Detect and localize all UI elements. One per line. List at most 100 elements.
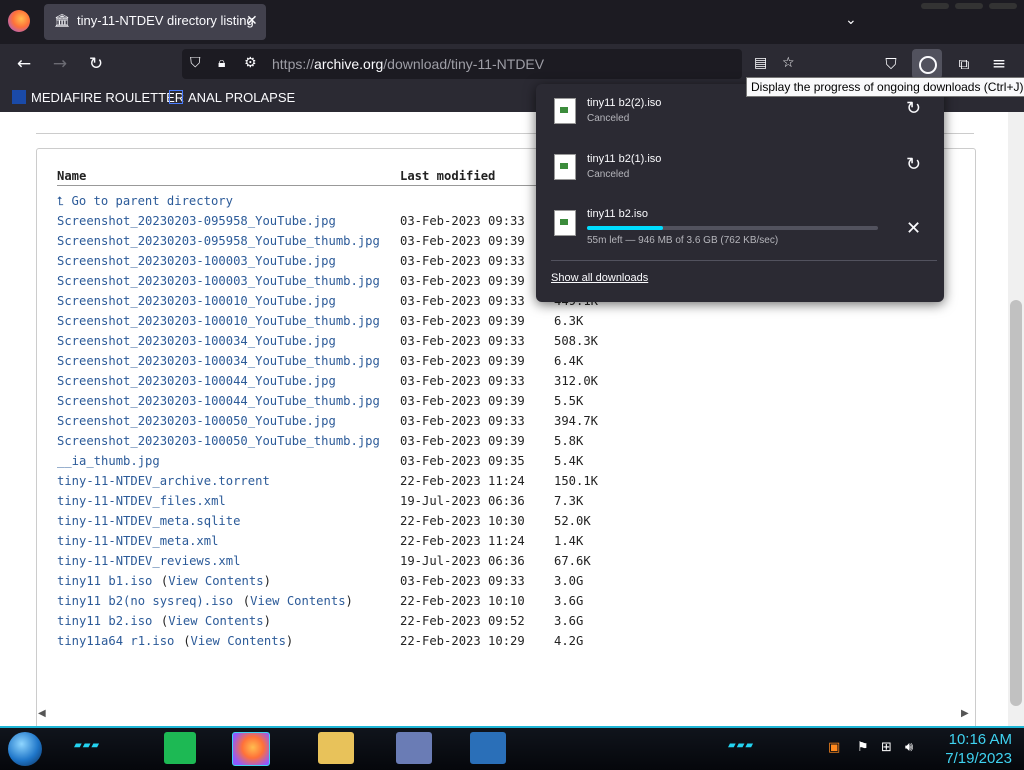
bookmark-anal-prolapse[interactable]: ANAL PROLAPSE [169,90,295,105]
parent-directory-label: Go to parent directory [71,194,233,208]
file-size: 1.4K [554,534,584,548]
shield-icon[interactable]: ⛉ [190,55,201,71]
scrollbar-thumb[interactable] [1010,300,1022,706]
file-modified: 22-Feb-2023 10:10 [400,594,525,608]
download-progress-fill [587,226,663,230]
bookmark-mediafire[interactable]: MEDIAFIRE ROULETTER [12,90,184,105]
file-link[interactable]: Screenshot_20230203-100010_YouTube_thumb… [57,314,380,328]
file-size: 7.3K [554,494,584,508]
decorative-lights-icon: ▰▰▰ [74,740,101,751]
view-contents-link[interactable]: View Contents [168,574,263,588]
file-modified: 03-Feb-2023 09:33 [400,214,525,228]
view-contents-wrapper: (View Contents) [242,594,353,608]
flag-icon[interactable]: ⚑ [857,740,869,755]
volume-icon[interactable]: 🔊︎ [905,740,913,755]
file-link[interactable]: Screenshot_20230203-100034_YouTube_thumb… [57,354,380,368]
clock-time: 10:16 AM [948,731,1012,748]
file-link[interactable]: tiny11 b2.iso [57,614,152,628]
divider [551,260,937,261]
scroll-left-icon[interactable]: ◀ [38,708,46,719]
horizontal-scrollbar[interactable]: ◀ ▶ [36,708,974,722]
cancel-icon[interactable]: ✕ [906,218,921,239]
file-explorer-icon[interactable] [318,732,354,764]
download-item[interactable]: tiny11 b2(1).iso Canceled ↻ [536,140,944,196]
retry-icon[interactable]: ↻ [906,98,921,119]
control-panel-icon[interactable] [396,732,432,764]
file-link[interactable]: Screenshot_20230203-100044_YouTube_thumb… [57,394,380,408]
bookmark-star-icon[interactable]: ☆ [782,55,795,71]
file-link[interactable]: __ia_thumb.jpg [57,454,160,468]
file-modified: 03-Feb-2023 09:33 [400,294,525,308]
file-link[interactable]: tiny-11-NTDEV_reviews.xml [57,554,240,568]
back-icon[interactable]: ← [13,54,35,74]
view-contents-link[interactable]: View Contents [168,614,263,628]
file-size: 3.0G [554,574,584,588]
extensions-icon[interactable]: ⧉ [953,54,975,74]
column-header-name[interactable]: Name [57,169,86,183]
reader-view-icon[interactable]: ▤ [754,55,767,71]
file-link[interactable]: Screenshot_20230203-100010_YouTube.jpg [57,294,336,308]
file-modified: 03-Feb-2023 09:33 [400,334,525,348]
clock[interactable]: 10:16 AM 7/19/2023 [930,730,1012,768]
file-modified: 03-Feb-2023 09:35 [400,454,525,468]
file-link[interactable]: tiny-11-NTDEV_meta.sqlite [57,514,240,528]
start-orb-icon[interactable] [8,732,42,766]
view-contents-link[interactable]: View Contents [191,634,286,648]
tab-close-icon[interactable]: ✕ [246,13,258,29]
column-header-modified[interactable]: Last modified [400,169,495,183]
file-link[interactable]: Screenshot_20230203-095958_YouTube.jpg [57,214,336,228]
url-bar[interactable]: ⛉ 🔒︎ ⚙︎ https://archive.org/download/tin… [182,49,795,79]
retry-icon[interactable]: ↻ [906,154,921,175]
url-text[interactable]: https://archive.org/download/tiny-11-NTD… [272,56,544,72]
file-modified: 03-Feb-2023 09:39 [400,354,525,368]
file-link[interactable]: tiny11 b2(no sysreq).iso [57,594,233,608]
file-size: 394.7K [554,414,599,428]
file-link[interactable]: Screenshot_20230203-100003_YouTube_thumb… [57,274,380,288]
spotify-icon[interactable] [164,732,196,764]
vertical-scrollbar[interactable] [1008,112,1024,726]
downloads-button[interactable] [912,49,942,79]
file-size: 4.2G [554,634,584,648]
tab-title: tiny-11-NTDEV directory listing [77,13,254,28]
file-modified: 22-Feb-2023 09:52 [400,614,525,628]
download-name: tiny11 b2(1).iso [587,153,662,165]
taskbar: ▰▰▰ ▰▰▰ ▣ ⚑ ⊞ 🔊︎ 10:16 AM 7/19/2023 [0,726,1024,770]
download-item[interactable]: tiny11 b2.iso 55m left — 946 MB of 3.6 G… [536,196,944,252]
file-link[interactable]: tiny-11-NTDEV_archive.torrent [57,474,270,488]
virtualbox-icon[interactable] [470,732,506,764]
menu-icon[interactable]: ≡ [988,54,1010,74]
tab-active[interactable]: 🏛 tiny-11-NTDEV directory listing ✕ [44,4,266,40]
file-link[interactable]: tiny11a64 r1.iso [57,634,174,648]
file-link[interactable]: Screenshot_20230203-100050_YouTube.jpg [57,414,336,428]
file-link[interactable]: Screenshot_20230203-100044_YouTube.jpg [57,374,336,388]
network-icon[interactable]: ⊞ [881,740,892,755]
file-link[interactable]: tiny11 b1.iso [57,574,152,588]
file-link[interactable]: Screenshot_20230203-095958_YouTube_thumb… [57,234,380,248]
file-link[interactable]: Screenshot_20230203-100003_YouTube.jpg [57,254,336,268]
file-link[interactable]: Screenshot_20230203-100050_YouTube_thumb… [57,434,380,448]
up-arrow-icon: ⮤ [57,194,72,208]
lock-icon[interactable]: 🔒︎ [218,55,225,71]
file-link[interactable]: tiny-11-NTDEV_files.xml [57,494,226,508]
file-size: 312.0K [554,374,599,388]
tray-app-icon[interactable]: ▣ [828,740,840,755]
file-link[interactable]: tiny-11-NTDEV_meta.xml [57,534,218,548]
parent-directory-link[interactable]: ⮤ Go to parent directory [57,194,233,209]
view-contents-link[interactable]: View Contents [250,594,345,608]
downloads-panel: tiny11 b2(2).iso Canceled ↻ tiny11 b2(1)… [536,84,944,302]
pocket-icon[interactable]: ⛉ [880,54,902,74]
permissions-icon[interactable]: ⚙︎ [244,55,257,71]
window-controls [918,0,1024,12]
downloads-tooltip: Display the progress of ongoing download… [746,77,1024,97]
firefox-logo-icon[interactable] [8,10,30,32]
firefox-taskbar-icon[interactable] [232,732,270,766]
file-link[interactable]: Screenshot_20230203-100034_YouTube.jpg [57,334,336,348]
tab-list-icon[interactable]: ⌄ [845,12,857,28]
scroll-right-icon[interactable]: ▶ [961,708,969,719]
show-all-downloads-button[interactable]: Show all downloads [551,272,648,284]
file-modified: 03-Feb-2023 09:39 [400,434,525,448]
view-contents-wrapper: (View Contents) [160,574,271,588]
file-size: 5.8K [554,434,584,448]
forward-icon[interactable]: → [49,54,71,74]
reload-icon[interactable]: ↻ [85,54,107,74]
